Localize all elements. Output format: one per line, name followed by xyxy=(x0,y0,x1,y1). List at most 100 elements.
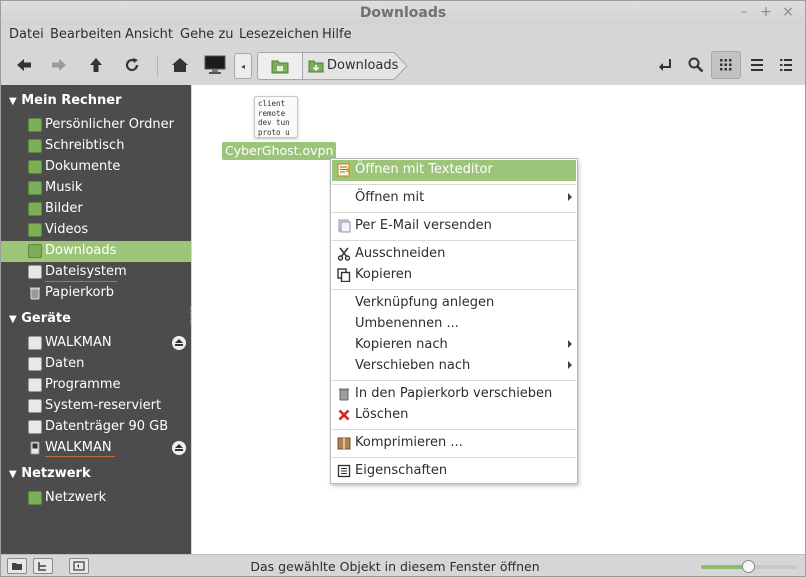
breadcrumb-left-arrow[interactable]: ◂ xyxy=(234,53,252,79)
menu-move-to-trash[interactable]: In den Papierkorb verschieben xyxy=(332,384,576,405)
sidebar-item-netzwerk[interactable]: Netzwerk xyxy=(1,488,191,509)
sidebar-item-label: Musik xyxy=(45,180,83,195)
section-title: Geräte xyxy=(21,311,71,326)
file-thumbnail[interactable]: client remote dev tun proto u xyxy=(254,96,298,138)
menu-label: Ausschneiden xyxy=(355,246,446,261)
menu-separator xyxy=(332,240,576,241)
submenu-arrow-icon xyxy=(568,361,572,369)
maximize-icon[interactable]: + xyxy=(759,4,773,20)
menu-bearbeiten[interactable]: Bearbeiten xyxy=(50,27,121,42)
menu-label: Verschieben nach xyxy=(355,358,471,373)
network-folder-icon xyxy=(28,491,42,505)
sidebar-item-schreibtisch[interactable]: Schreibtisch xyxy=(1,136,191,157)
copy-icon xyxy=(337,268,351,282)
menu-move-to[interactable]: Verschieben nach xyxy=(332,356,576,377)
home-button[interactable] xyxy=(165,51,195,79)
menu-separator xyxy=(332,380,576,381)
zoom-slider-thumb[interactable] xyxy=(742,560,755,573)
menu-delete[interactable]: Löschen xyxy=(332,405,576,426)
zoom-slider[interactable] xyxy=(701,560,797,573)
sidebar-item-bilder[interactable]: Bilder xyxy=(1,199,191,220)
menu-datei[interactable]: Datei xyxy=(9,27,44,42)
sidebar-item-label: Daten xyxy=(45,356,85,371)
menu-open-with-text-editor[interactable]: Öffnen mit Texteditor xyxy=(332,160,576,181)
drive-icon xyxy=(28,378,42,392)
email-icon xyxy=(338,219,351,233)
sidebar-section-geraete[interactable]: ▼ Geräte xyxy=(9,311,71,326)
properties-icon xyxy=(337,464,351,478)
status-bar: Das gewählte Objekt in diesem Fenster öf… xyxy=(1,554,805,576)
sidebar-item-papierkorb[interactable]: Papierkorb xyxy=(1,283,191,304)
breadcrumb-current[interactable]: Downloads xyxy=(302,52,408,80)
file-manager-window: Downloads – + × Datei Bearbeiten Ansicht… xyxy=(0,0,806,577)
menu-separator xyxy=(332,212,576,213)
list-view-button[interactable] xyxy=(742,51,772,79)
sidebar-item-persoenlicher-ordner[interactable]: Persönlicher Ordner xyxy=(1,115,191,136)
documents-folder-icon xyxy=(28,160,42,174)
menu-label: Kopieren nach xyxy=(355,337,448,352)
sidebar-item-daten[interactable]: Daten xyxy=(1,354,191,375)
sidebar-item-programme[interactable]: Programme xyxy=(1,375,191,396)
menu-open-with[interactable]: Öffnen mit xyxy=(332,188,576,209)
sidebar-item-videos[interactable]: Videos xyxy=(1,220,191,241)
compact-view-button[interactable] xyxy=(771,51,801,79)
menu-rename[interactable]: Umbenennen ... xyxy=(332,314,576,335)
music-folder-icon xyxy=(28,181,42,195)
eject-icon[interactable] xyxy=(172,336,186,350)
status-text: Das gewählte Objekt in diesem Fenster öf… xyxy=(250,559,540,574)
sidebar-item-label: Dokumente xyxy=(45,159,121,174)
menu-copy[interactable]: Kopieren xyxy=(332,265,576,286)
sidebar-item-datentraeger-90gb[interactable]: Datenträger 90 GB xyxy=(1,417,191,438)
title-bar[interactable]: Downloads – + × xyxy=(1,1,805,25)
home-folder-icon xyxy=(271,60,289,74)
sidebar-section-netzwerk[interactable]: ▼ Netzwerk xyxy=(9,466,91,481)
sidebar-section-mein-rechner[interactable]: ▼ Mein Rechner xyxy=(9,93,122,108)
reload-button[interactable] xyxy=(117,51,147,79)
downloads-folder-icon xyxy=(308,60,324,73)
up-button[interactable] xyxy=(81,51,111,79)
menu-create-link[interactable]: Verknüpfung anlegen xyxy=(332,293,576,314)
videos-folder-icon xyxy=(28,223,42,237)
menu-copy-to[interactable]: Kopieren nach xyxy=(332,335,576,356)
sidebar-item-downloads[interactable]: Downloads xyxy=(1,241,191,262)
back-button[interactable] xyxy=(9,51,39,79)
sidebar-item-musik[interactable]: Musik xyxy=(1,178,191,199)
sidebar-item-dateisystem[interactable]: Dateisystem xyxy=(1,262,191,283)
menu-cut[interactable]: Ausschneiden xyxy=(332,244,576,265)
archive-icon xyxy=(337,437,351,450)
sidebar-item-label: WALKMAN xyxy=(45,335,112,350)
sidebar-item-label: Papierkorb xyxy=(45,285,115,300)
computer-button[interactable] xyxy=(200,51,230,79)
forward-button[interactable] xyxy=(44,51,74,79)
sidebar-item-system-reserviert[interactable]: System-reserviert xyxy=(1,396,191,417)
menu-send-email[interactable]: Per E-Mail versenden xyxy=(332,216,576,237)
location-toggle-button[interactable] xyxy=(651,51,681,79)
menu-hilfe[interactable]: Hilfe xyxy=(322,27,352,42)
menu-label: In den Papierkorb verschieben xyxy=(355,386,553,401)
sidebar-item-label: Programme xyxy=(45,377,121,392)
breadcrumb-home[interactable] xyxy=(257,52,303,80)
drive-icon xyxy=(28,399,42,413)
menu-label: Komprimieren ... xyxy=(355,435,463,450)
eject-icon[interactable] xyxy=(172,441,186,455)
window-title: Downloads xyxy=(359,5,447,21)
icon-view-button[interactable] xyxy=(711,51,741,79)
compact-view-icon xyxy=(780,59,792,71)
sidebar-item-walkman[interactable]: WALKMAN xyxy=(1,333,191,354)
menu-label: Verknüpfung anlegen xyxy=(355,295,495,310)
sidebar-item-label: Datenträger 90 GB xyxy=(45,419,169,434)
minimize-icon[interactable]: – xyxy=(737,4,751,20)
pictures-folder-icon xyxy=(28,202,42,216)
sidebar-item-label: Videos xyxy=(45,222,89,237)
section-title: Mein Rechner xyxy=(21,93,122,108)
menu-lesezeichen[interactable]: Lesezeichen xyxy=(239,27,319,42)
file-name-label[interactable]: CyberGhost.ovpn xyxy=(222,142,337,160)
arrow-right-icon xyxy=(52,59,66,71)
search-button[interactable] xyxy=(681,51,711,79)
menu-properties[interactable]: Eigenschaften xyxy=(332,461,576,482)
close-icon[interactable]: × xyxy=(781,4,795,20)
menu-compress[interactable]: Komprimieren ... xyxy=(332,433,576,454)
sidebar-item-dokumente[interactable]: Dokumente xyxy=(1,157,191,178)
menu-ansicht[interactable]: Ansicht xyxy=(125,27,173,42)
menu-gehe-zu[interactable]: Gehe zu xyxy=(180,27,234,42)
